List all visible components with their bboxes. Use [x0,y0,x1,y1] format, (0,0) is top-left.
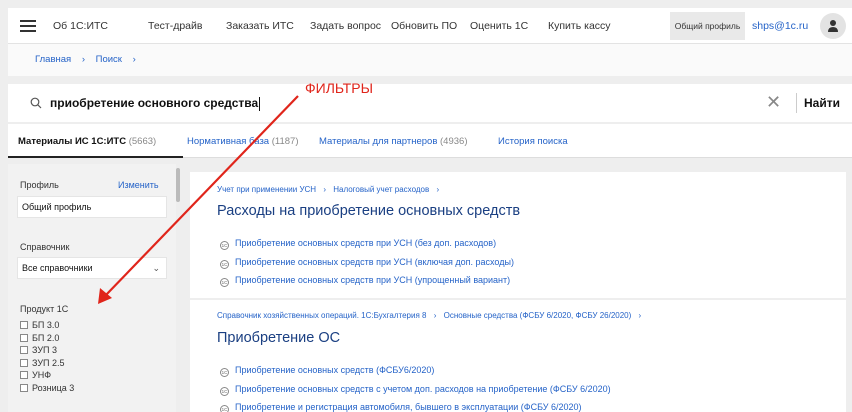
annotation-arrow [98,95,299,304]
annotation-label: ФИЛЬТРЫ [305,80,373,96]
